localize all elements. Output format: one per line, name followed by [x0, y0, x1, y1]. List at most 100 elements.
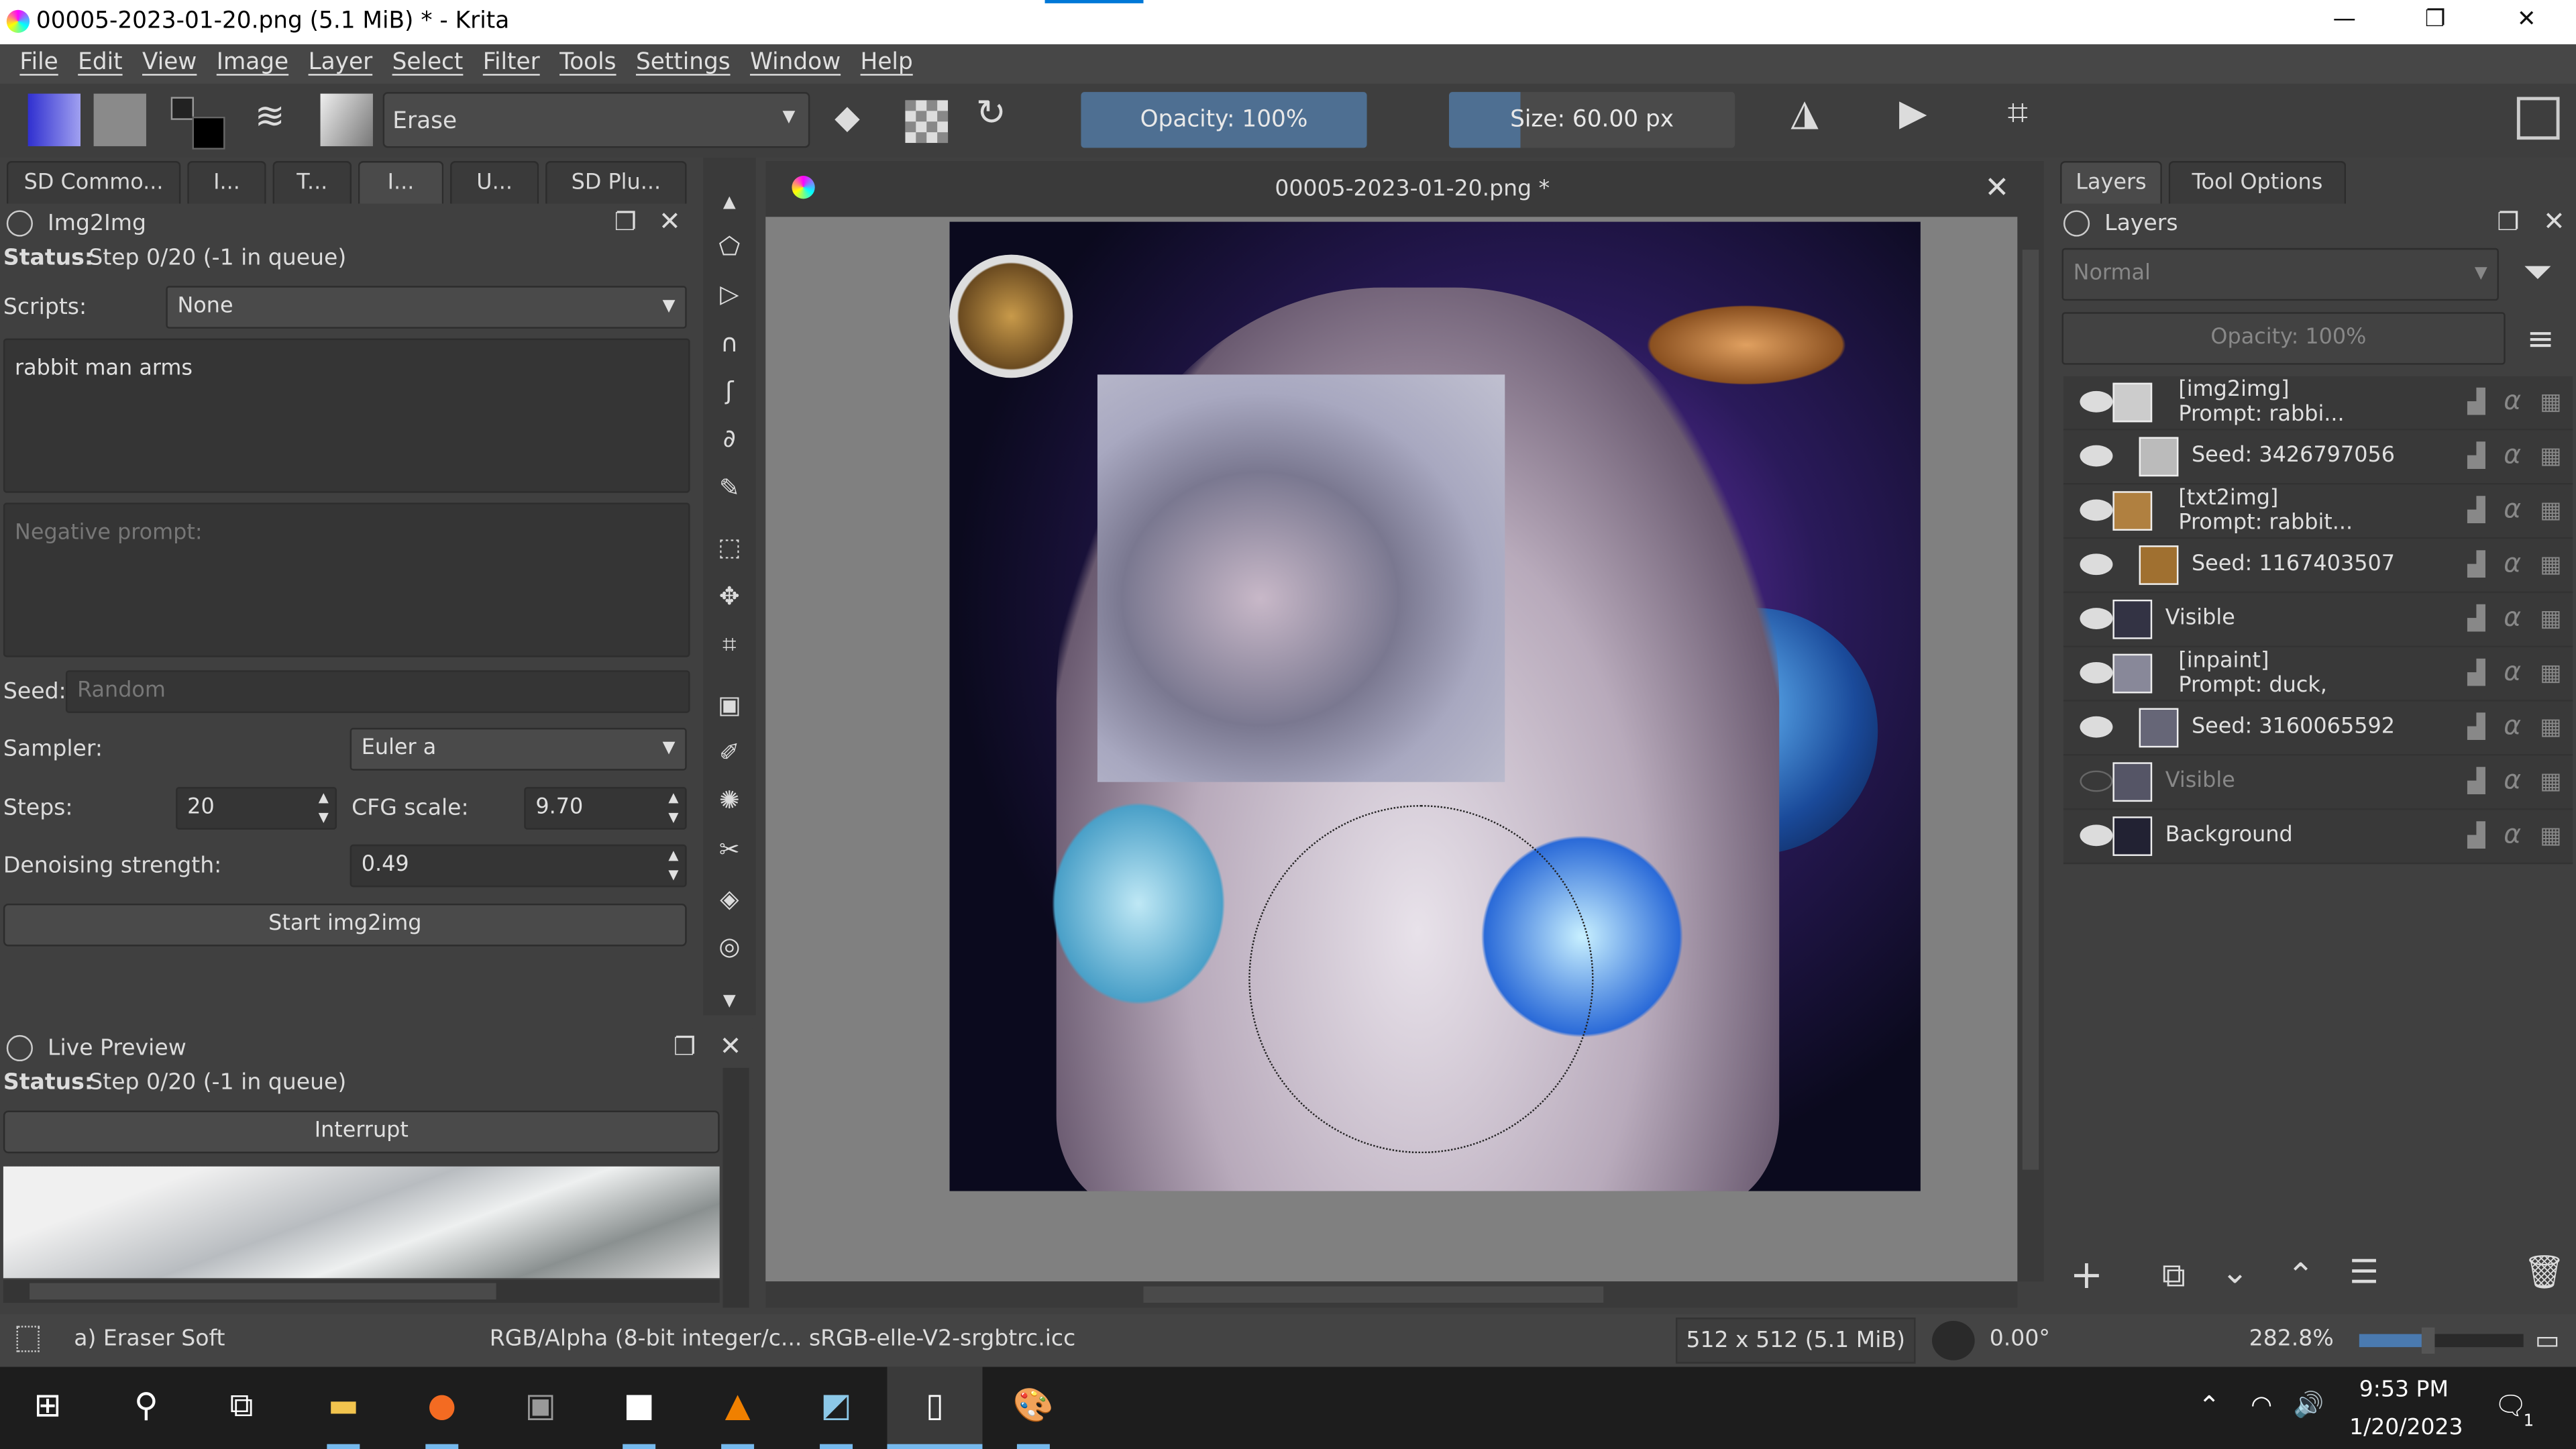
tab-i[interactable]: I...: [187, 161, 266, 204]
visibility-eye-icon[interactable]: [2080, 824, 2113, 847]
color-picker-icon[interactable]: ✐: [710, 733, 749, 772]
move-up-icon[interactable]: ⌃: [2287, 1255, 2314, 1295]
multibrush-icon[interactable]: ✎: [710, 468, 749, 508]
search-icon[interactable]: ⚲: [121, 1380, 170, 1429]
polyline-tool-icon[interactable]: ▷: [710, 274, 749, 314]
document-icon[interactable]: ▯: [910, 1380, 959, 1429]
move-tool-icon[interactable]: ✥: [710, 577, 749, 616]
lock-layer-icon[interactable]: ▟: [2467, 769, 2485, 795]
notepad-app-icon[interactable]: ◩: [812, 1380, 861, 1429]
wrap-around-icon[interactable]: ⌗: [2008, 94, 2028, 135]
reload-preset-icon[interactable]: ↻: [976, 94, 1006, 135]
alpha-lock-icon[interactable]: α: [2504, 655, 2521, 687]
document-tab-title[interactable]: 00005-2023-01-20.png *: [1275, 176, 1550, 202]
visibility-eye-icon[interactable]: [2080, 716, 2113, 738]
tray-chevron-icon[interactable]: ⌃: [2198, 1390, 2220, 1421]
visibility-eye-icon[interactable]: [2080, 499, 2113, 521]
filter-icon[interactable]: ⏷: [2524, 253, 2553, 294]
canvas-vscrollbar[interactable]: [2017, 217, 2044, 1282]
menu-help[interactable]: Help: [851, 44, 923, 84]
visibility-eye-icon[interactable]: [2080, 608, 2113, 629]
prompt-textarea[interactable]: rabbit man arms: [3, 338, 690, 493]
scroll-down-icon[interactable]: ▼: [710, 983, 749, 1022]
menu-icon[interactable]: ≡: [2527, 319, 2555, 358]
tab-t[interactable]: T...: [272, 161, 352, 204]
tab-tool-options[interactable]: Tool Options: [2168, 161, 2347, 204]
tab-img2img[interactable]: I...: [358, 161, 444, 204]
menu-select[interactable]: Select: [382, 44, 473, 84]
alpha-lock-icon[interactable]: α: [2504, 764, 2521, 796]
inherit-alpha-icon[interactable]: ▦: [2540, 606, 2561, 633]
fill-tool-icon[interactable]: ◈: [710, 879, 749, 918]
minimize-button[interactable]: —: [2333, 7, 2356, 33]
visibility-eye-icon[interactable]: [2080, 390, 2113, 413]
clock-time[interactable]: 9:53 PM: [2359, 1377, 2449, 1403]
zoom-slider[interactable]: [2359, 1327, 2524, 1354]
visibility-eye-icon[interactable]: [2080, 770, 2113, 792]
pass-through-icon[interactable]: ▦: [2540, 660, 2561, 686]
reference-tool-icon[interactable]: ◎: [710, 926, 749, 966]
scroll-up-icon[interactable]: ▲: [710, 184, 749, 223]
visibility-eye-icon[interactable]: [2080, 445, 2113, 467]
terminal-icon[interactable]: ▣: [516, 1380, 565, 1429]
move-down-icon[interactable]: ⌄: [2221, 1252, 2249, 1291]
tab-sd-common[interactable]: SD Commo...: [6, 161, 181, 204]
lock-icon[interactable]: [2063, 210, 2090, 237]
menu-layer[interactable]: Layer: [299, 44, 382, 84]
volume-icon[interactable]: 🔊: [2294, 1390, 2324, 1419]
float-icon[interactable]: ❐: [2497, 207, 2519, 237]
task-view-icon[interactable]: ⧉: [217, 1380, 266, 1429]
restore-button[interactable]: ❐: [2425, 7, 2446, 33]
close-icon[interactable]: ✕: [720, 1030, 742, 1062]
layer-row[interactable]: Background ▟ α ▦: [2063, 810, 2573, 865]
spin-arrows-icon[interactable]: ▲ ▼: [319, 789, 329, 828]
size-slider[interactable]: Size: 60.00 px: [1449, 92, 1735, 148]
inherit-alpha-icon[interactable]: ▦: [2540, 714, 2561, 741]
negative-prompt-textarea[interactable]: Negative prompt:: [3, 502, 690, 657]
canvas-hscrollbar[interactable]: [765, 1281, 2018, 1308]
mirror-horizontal-icon[interactable]: ◮: [1790, 94, 1818, 135]
mirror-vertical-icon[interactable]: ▶: [1899, 94, 1927, 135]
duplicate-layer-icon[interactable]: ⧉: [2162, 1255, 2186, 1295]
layer-properties-icon[interactable]: ☰: [2349, 1252, 2379, 1291]
menu-settings[interactable]: Settings: [626, 44, 740, 84]
bezier-tool-icon[interactable]: ∩: [710, 323, 749, 363]
lock-layer-icon[interactable]: ▟: [2467, 606, 2485, 633]
spin-arrows-icon[interactable]: ▲ ▼: [668, 789, 678, 828]
alpha-lock-icon[interactable]: α: [2504, 710, 2521, 741]
layer-row[interactable]: [inpaint] Prompt: duck, ▟ α ▦: [2063, 647, 2573, 702]
gradient-tool-icon[interactable]: ▣: [710, 685, 749, 724]
float-icon[interactable]: ❐: [614, 207, 637, 237]
close-window-button[interactable]: ✕: [2517, 7, 2536, 33]
assistant-tool-icon[interactable]: ✂: [710, 830, 749, 869]
preview-vscrollbar[interactable]: [722, 1067, 749, 1308]
inherit-alpha-icon[interactable]: ▦: [2540, 823, 2561, 849]
close-document-icon[interactable]: ✕: [1984, 171, 2009, 205]
menu-window[interactable]: Window: [740, 44, 851, 84]
inherit-alpha-icon[interactable]: ▦: [2540, 552, 2561, 578]
clock-date[interactable]: 1/20/2023: [2349, 1415, 2463, 1441]
lock-layer-icon[interactable]: ▟: [2467, 552, 2485, 578]
inherit-alpha-icon[interactable]: ▦: [2540, 769, 2561, 795]
lock-layer-icon[interactable]: ▟: [2467, 714, 2485, 741]
pattern-selector[interactable]: [93, 93, 146, 146]
layer-row[interactable]: Seed: 3160065592 ▟ α ▦: [2063, 701, 2573, 756]
brush-preset-dropdown[interactable]: Erase ▼: [382, 92, 810, 148]
layer-row[interactable]: [txt2img] Prompt: rabbit... ▟ α ▦: [2063, 484, 2573, 539]
canvas-viewport[interactable]: [765, 217, 2018, 1282]
alpha-lock-icon[interactable]: α: [2504, 439, 2521, 470]
brush-settings-icon[interactable]: ≋: [255, 97, 285, 138]
visibility-eye-icon[interactable]: [2080, 553, 2113, 576]
dynamic-brush-icon[interactable]: ∂: [710, 419, 749, 458]
layer-row[interactable]: Visible ▟ α ▦: [2063, 755, 2573, 810]
seed-input[interactable]: Random: [65, 670, 690, 713]
foreground-color[interactable]: [170, 97, 194, 120]
alpha-lock-icon[interactable]: [905, 100, 949, 144]
lock-layer-icon[interactable]: ▟: [2467, 443, 2485, 470]
inherit-alpha-icon[interactable]: ▦: [2540, 443, 2561, 470]
background-color[interactable]: [192, 116, 225, 150]
layer-row[interactable]: [img2img] Prompt: rabbi... ▟ α ▦: [2063, 376, 2573, 431]
denoise-spinbox[interactable]: 0.49 ▲ ▼: [350, 844, 687, 888]
console-icon[interactable]: ■: [614, 1380, 663, 1429]
rotation-dial-icon[interactable]: [1932, 1320, 1975, 1360]
